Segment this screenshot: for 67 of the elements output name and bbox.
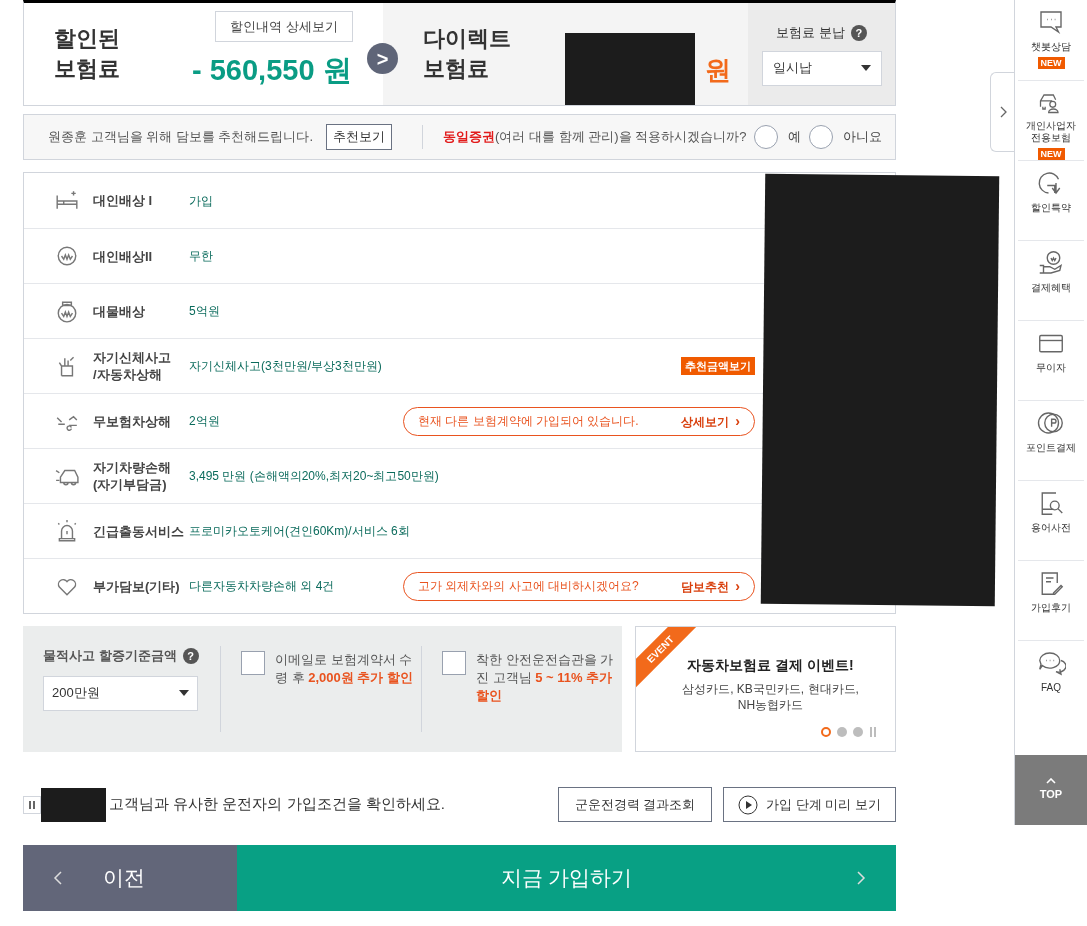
coverage-value: 가입 — [189, 192, 213, 210]
sidebar-button[interactable]: FAQ — [1018, 640, 1084, 720]
same-policy-question: 동일증권(여러 대를 함께 관리)을 적용하시겠습니까? — [443, 128, 747, 147]
help-icon[interactable]: ? — [182, 647, 199, 664]
discount-option-text: 이메일로 보험계약서 수령 후 2,000원 추가 할인 — [275, 651, 414, 687]
coverage-name: 자기신체사고 /자동차상해 — [93, 349, 172, 383]
chevron-right-icon — [856, 870, 866, 886]
coverage-name: 대물배상 — [93, 302, 146, 320]
deductible-select[interactable]: 200만원 — [43, 675, 198, 711]
notice-link-label[interactable]: 상세보기 › — [681, 410, 740, 432]
payment-label: 보험료 분납 — [776, 24, 845, 42]
discount-detail-button[interactable]: 할인내역 상세보기 — [215, 11, 353, 42]
top-button[interactable]: TOP — [1015, 755, 1087, 825]
coverage-value: 자기신체사고(3천만원/부상3천만원) — [189, 358, 382, 375]
notice-link[interactable]: 고가 외제차와의 사고에 대비하시겠어요? 담보추천 › — [403, 571, 755, 601]
chevron-left-icon — [53, 870, 63, 886]
coverage-value: 무한 — [189, 248, 213, 265]
notice-link[interactable]: 현재 다른 보험계약에 가입되어 있습니다. 상세보기 › — [403, 406, 755, 436]
sidebar-button[interactable]: 가입후기 — [1018, 560, 1084, 640]
event-text: 삼성카드, KB국민카드, 현대카드, NH농협카드 — [681, 681, 859, 713]
checkbox[interactable] — [442, 651, 466, 675]
coverage-name: 대인배상II — [93, 247, 154, 265]
career-check-button[interactable]: 군운전경력 결과조회 — [557, 787, 713, 822]
coverage-name: 부가담보(기타) — [93, 577, 181, 595]
pause-button[interactable] — [23, 795, 41, 814]
coverage-name: 긴급출동서비스 — [93, 522, 185, 540]
coverage-name: 자기차량손해 (자기부담금) — [93, 459, 172, 493]
similar-driver-text: 고객님과 유사한 운전자의 가입조건을 확인하세요. — [109, 794, 445, 815]
sidebar-button[interactable]: 포인트결제 — [1018, 400, 1084, 480]
discount-title: 할인된 보험료 — [54, 25, 120, 83]
pause-icon[interactable] — [869, 727, 877, 737]
pause-icon — [29, 800, 35, 809]
coverage-value: 다른자동차차량손해 외 4건 — [189, 578, 335, 595]
caret-icon — [860, 65, 871, 71]
event-title: 자동차보험료 결제 이벤트! — [686, 656, 854, 675]
sidebar-button[interactable]: 결제혜택 — [1018, 240, 1084, 320]
discount-amount: - 560,550 원 — [192, 53, 352, 88]
sidebar-button[interactable]: 할인특약 — [1018, 160, 1084, 240]
coverage-value: 프로미카오토케어(견인60Km)/서비스 6회 — [189, 523, 410, 540]
coverage-value: 2억원 — [189, 413, 220, 430]
preview-steps-button[interactable]: 가입 단계 미리 보기 — [723, 787, 896, 822]
sidebar-toggle[interactable] — [990, 72, 1015, 152]
payment-select[interactable]: 일시납 — [761, 50, 882, 86]
sidebar-button[interactable]: 용어사전 — [1018, 480, 1084, 560]
help-icon[interactable]: ? — [850, 24, 867, 41]
discount-option-text: 착한 안전운전습관을 가진 고객님 5 ~ 11% 추가 할인 — [476, 651, 615, 705]
notice-link-label[interactable]: 담보추천 › — [681, 575, 740, 597]
coverage-name: 대인배상 I — [93, 192, 154, 209]
sidebar-button[interactable]: 챗봇상담 NEW — [1018, 0, 1084, 80]
caret-icon — [179, 690, 189, 696]
coverage-value: 3,495 만원 (손해액의20%,최저20~최고50만원) — [189, 468, 439, 485]
direct-title: 다이렉트 보험료 — [423, 25, 511, 83]
play-icon — [738, 794, 759, 815]
radio-option[interactable]: 아니요 — [809, 125, 883, 149]
previous-button[interactable]: 이전 — [23, 845, 237, 911]
coverage-value: 5억원 — [189, 303, 220, 320]
sidebar-button[interactable]: 무이자 — [1018, 320, 1084, 400]
chevron-up-icon — [1046, 777, 1056, 784]
recommend-button[interactable]: 추천보기 — [326, 124, 393, 150]
coverage-name: 무보험차상해 — [93, 412, 172, 430]
currency-unit: 원 — [705, 54, 731, 87]
chevron-right-icon — [999, 106, 1007, 118]
redaction-block — [41, 787, 106, 822]
deductible-label: 물적사고 할증기준금액 — [43, 647, 177, 665]
recommend-text: 원종훈 고객님을 위해 담보를 추천해드립니다. — [48, 128, 314, 147]
sidebar-button[interactable]: 개인사업자 전용보험 NEW — [1018, 80, 1084, 160]
checkbox[interactable] — [241, 651, 265, 675]
